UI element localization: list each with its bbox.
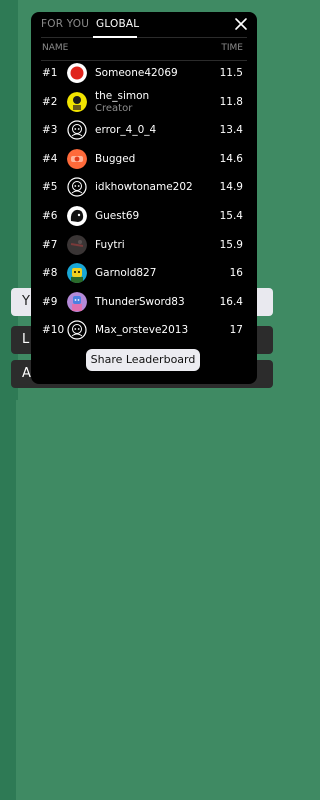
player-time: 14.9 bbox=[219, 181, 243, 194]
leaderboard-row[interactable]: #9 ThunderSword83 16.4 bbox=[31, 289, 257, 318]
black-blob-avatar bbox=[67, 205, 87, 226]
leaderboard-panel: FOR YOU GLOBAL NAME TIME #1 Someone42069… bbox=[31, 12, 257, 384]
player-name: Max_orsteve2013 bbox=[95, 324, 189, 337]
player-time: 11.5 bbox=[219, 67, 243, 79]
leaderboard-row[interactable]: #7 Fuytri 15.9 bbox=[31, 232, 257, 261]
rank-label: #9 bbox=[42, 295, 58, 308]
player-name: Guest69 bbox=[95, 209, 140, 222]
player-role: Creator bbox=[95, 102, 133, 114]
player-name: Fuytri bbox=[95, 238, 125, 251]
tab-global[interactable]: GLOBAL bbox=[96, 18, 139, 30]
player-time: 13.4 bbox=[219, 124, 243, 137]
player-time: 11.8 bbox=[219, 95, 243, 108]
player-name: error_4_0_4 bbox=[95, 124, 157, 137]
close-icon[interactable] bbox=[233, 16, 249, 32]
rank-label: #3 bbox=[42, 124, 58, 137]
rank-label: #10 bbox=[42, 324, 65, 337]
rank-label: #8 bbox=[42, 267, 58, 280]
rank-label: #7 bbox=[42, 238, 58, 251]
active-tab-underline bbox=[93, 36, 137, 38]
cyan-yellow-avatar bbox=[67, 263, 87, 284]
player-time: 17 bbox=[229, 324, 243, 337]
player-name: Bugged bbox=[95, 152, 136, 165]
leaderboard-row[interactable]: #3 error_4_0_4 13.4 bbox=[31, 117, 257, 146]
tab-for-you[interactable]: FOR YOU bbox=[41, 18, 89, 30]
leaderboard-row[interactable]: #1 Someone42069 11.5 bbox=[31, 60, 257, 89]
player-name: idkhowtoname202 bbox=[95, 181, 193, 194]
outline-face-avatar bbox=[67, 120, 87, 140]
player-time: 15.9 bbox=[219, 238, 243, 251]
outline-face-avatar bbox=[67, 177, 87, 197]
leaderboard-list: #1 Someone42069 11.5 #2 the_simon Creato… bbox=[31, 60, 257, 346]
leaderboard-tabs: FOR YOU GLOBAL bbox=[31, 12, 257, 38]
rank-label: #6 bbox=[42, 209, 58, 222]
background-track-right bbox=[0, 400, 16, 800]
rank-label: #2 bbox=[42, 95, 58, 108]
rank-label: #5 bbox=[42, 181, 58, 194]
player-time: 16.4 bbox=[219, 295, 243, 308]
column-header-time: TIME bbox=[221, 43, 243, 53]
leaderboard-row[interactable]: #6 Guest69 15.4 bbox=[31, 203, 257, 232]
column-header-name: NAME bbox=[42, 43, 69, 53]
player-name: Someone42069 bbox=[95, 67, 178, 79]
share-leaderboard-button[interactable]: Share Leaderboard bbox=[86, 349, 200, 371]
leaderboard-row[interactable]: #4 Bugged 14.6 bbox=[31, 146, 257, 175]
rank-label: #1 bbox=[42, 67, 58, 79]
dark-gray-avatar bbox=[67, 234, 87, 255]
rank-label: #4 bbox=[42, 152, 58, 165]
leaderboard-row[interactable]: #2 the_simon Creator 11.8 bbox=[31, 89, 257, 118]
player-name: Garnold827 bbox=[95, 267, 157, 280]
player-time: 16 bbox=[229, 267, 243, 280]
tabs-divider bbox=[41, 37, 247, 38]
player-time: 14.6 bbox=[219, 152, 243, 165]
leaderboard-row[interactable]: #8 Garnold827 16 bbox=[31, 260, 257, 289]
player-time: 15.4 bbox=[219, 209, 243, 222]
red-dot-avatar bbox=[67, 63, 87, 83]
leaderboard-row[interactable]: #10 Max_orsteve2013 17 bbox=[31, 317, 257, 346]
outline-face-avatar bbox=[67, 320, 87, 340]
player-name: ThunderSword83 bbox=[95, 295, 185, 308]
yellow-face-avatar bbox=[67, 91, 87, 112]
leaderboard-row[interactable]: #5 idkhowtoname202 14.9 bbox=[31, 174, 257, 203]
orange-red-avatar bbox=[67, 148, 87, 169]
player-name: the_simon bbox=[95, 89, 150, 102]
purple-blue-avatar bbox=[67, 291, 87, 312]
